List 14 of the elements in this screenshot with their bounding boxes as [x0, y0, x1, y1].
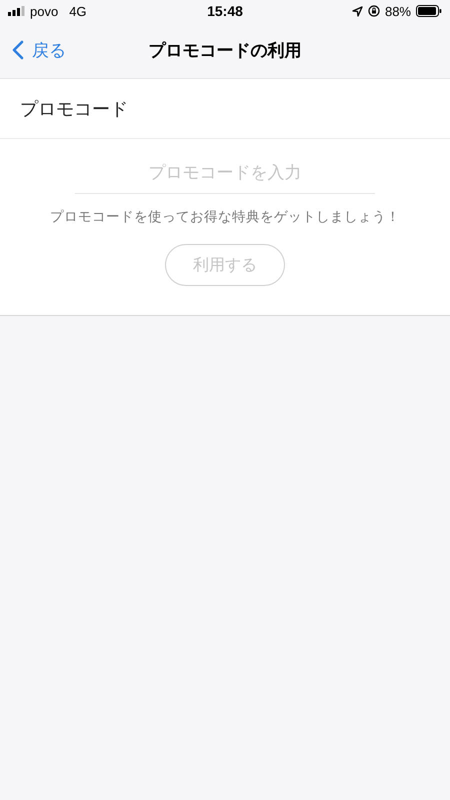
back-chevron-icon	[12, 40, 24, 60]
battery-icon	[416, 5, 442, 17]
network-type: 4G	[69, 4, 87, 18]
carrier-name: povo	[30, 4, 58, 18]
rotation-lock-icon	[368, 5, 380, 17]
clock: 15:48	[207, 3, 243, 19]
location-arrow-icon	[352, 6, 363, 16]
signal-icon	[8, 6, 25, 16]
back-button[interactable]: 戻る	[0, 38, 66, 62]
section-title: プロモコード	[20, 98, 128, 120]
battery-percent: 88%	[384, 4, 411, 18]
screen-title: プロモコードの利用	[148, 40, 302, 62]
promo-code-field[interactable]: プロモコードを入力	[75, 159, 375, 194]
promo-message: プロモコードを使ってお得な特典をゲットしましょう！	[50, 208, 400, 226]
